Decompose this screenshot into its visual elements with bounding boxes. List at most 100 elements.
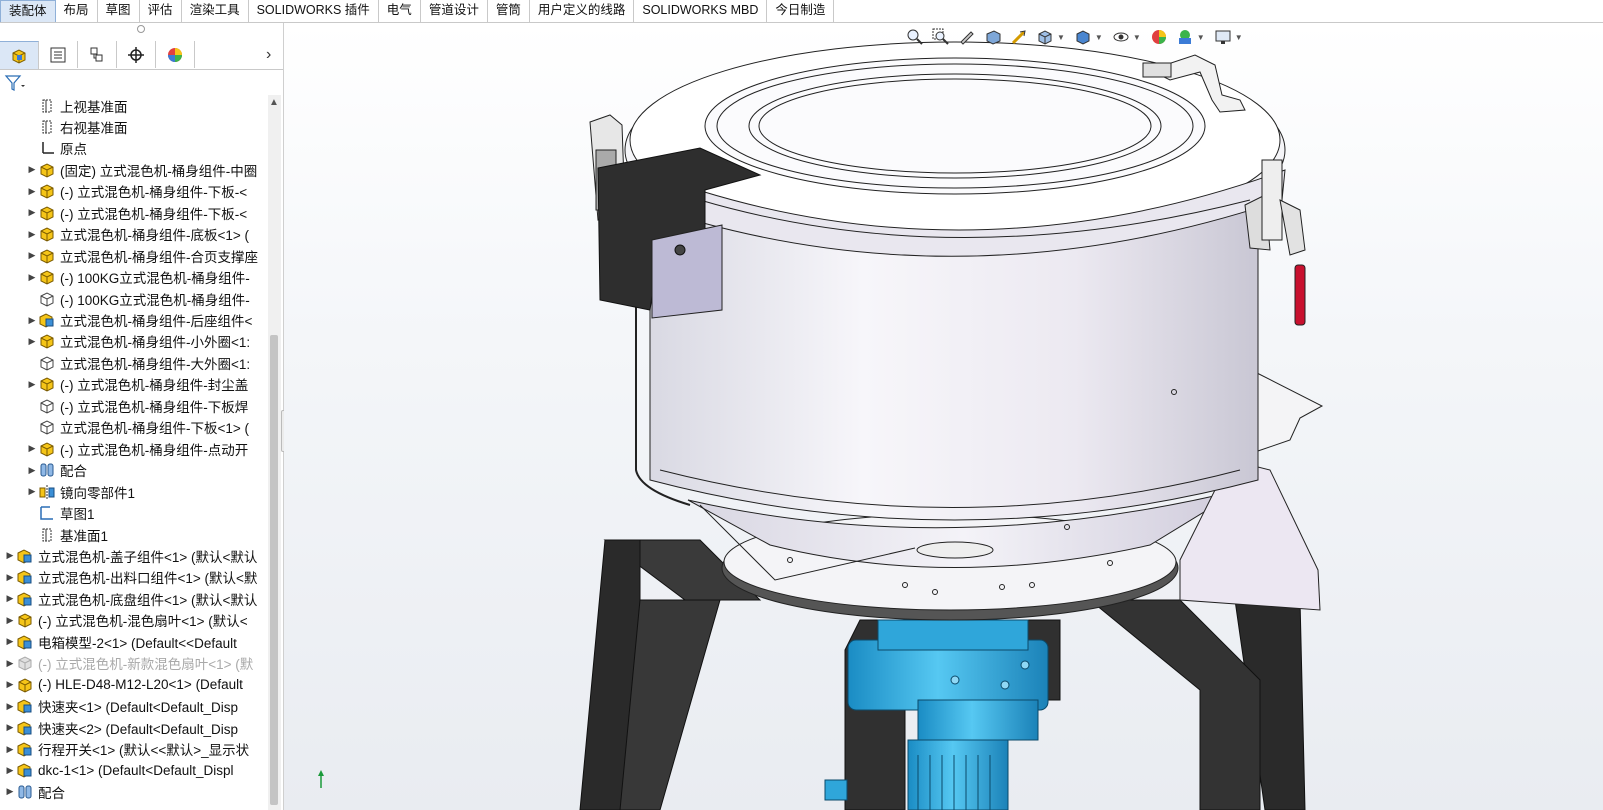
expand-arrow-icon[interactable]: ▶	[4, 658, 16, 669]
tree-item[interactable]: 立式混色机-桶身组件-下板<1> (	[26, 417, 249, 438]
part-icon	[38, 440, 56, 458]
expand-arrow-icon[interactable]: ▶	[26, 164, 38, 175]
tree-item[interactable]: ▶ (-) 立式混色机-桶身组件-下板-<	[26, 181, 247, 202]
dynamic-annotation-icon[interactable]	[1008, 27, 1030, 47]
expand-arrow-icon[interactable]: ▶	[4, 636, 16, 647]
tree-item[interactable]: 原点	[26, 138, 87, 159]
tab-0[interactable]: 装配体	[0, 0, 56, 22]
display-style-icon[interactable]	[1072, 27, 1094, 47]
expand-arrow-icon[interactable]: ▶	[4, 744, 16, 755]
tab-3[interactable]: 评估	[139, 0, 182, 22]
tree-item[interactable]: ▶ 电箱模型-2<1> (Default<<Default	[4, 631, 237, 652]
tree-item[interactable]: 右视基准面	[26, 116, 128, 137]
expand-arrow-icon[interactable]: ▶	[4, 550, 16, 561]
expand-arrow-icon[interactable]: ▶	[26, 272, 38, 283]
tree-item[interactable]: ▶ (-) 立式混色机-桶身组件-封尘盖	[26, 374, 248, 395]
display-manager-tab[interactable]	[156, 41, 195, 68]
panel-collapse-handle[interactable]	[137, 25, 145, 33]
tree-item[interactable]: ▶ (固定) 立式混色机-桶身组件-中圈	[26, 159, 257, 180]
tree-item[interactable]: ▶ (-) 立式混色机-桶身组件-点动开	[26, 438, 248, 459]
graphics-area[interactable]: ▼ ▼ ▼ ▼ ▼	[284, 23, 1603, 810]
hide-show-dropdown-icon[interactable]: ▼	[1133, 33, 1141, 42]
tree-item[interactable]: ▶ 行程开关<1> (默认<<默认>_显示状	[4, 739, 249, 760]
expand-arrow-icon[interactable]: ▶	[4, 593, 16, 604]
view-settings-icon[interactable]	[1212, 27, 1234, 47]
apply-scene-icon[interactable]	[1174, 27, 1196, 47]
expand-arrow-icon[interactable]: ▶	[26, 379, 38, 390]
dimxpert-tab[interactable]	[117, 41, 156, 68]
expand-arrow-icon[interactable]: ▶	[26, 207, 38, 218]
display-style-dropdown-icon[interactable]: ▼	[1095, 33, 1103, 42]
tree-item[interactable]: (-) 立式混色机-桶身组件-下板焊	[26, 395, 248, 416]
expand-arrow-icon[interactable]: ▶	[4, 679, 16, 690]
tree-item[interactable]: ▶ dkc-1<1> (Default<Default_Displ	[4, 760, 233, 781]
tree-filter[interactable]	[4, 72, 26, 94]
tree-item[interactable]: ▶ (-) 立式混色机-桶身组件-下板-<	[26, 202, 247, 223]
tab-11[interactable]: 今日制造	[767, 0, 835, 22]
tree-scrollbar[interactable]: ▲	[268, 95, 281, 810]
tree-item[interactable]: ▶ 镜向零部件1	[26, 481, 135, 502]
expand-arrow-icon[interactable]: ▶	[4, 765, 16, 776]
edit-appearance-icon[interactable]	[1148, 27, 1170, 47]
tab-7[interactable]: 管道设计	[420, 0, 488, 22]
tree-item[interactable]: ▶ 立式混色机-桶身组件-合页支撑座	[26, 245, 258, 266]
tab-8[interactable]: 管筒	[487, 0, 530, 22]
feature-manager-tab[interactable]	[0, 41, 39, 69]
tab-5[interactable]: SOLIDWORKS 插件	[248, 0, 379, 22]
expand-arrow-icon[interactable]: ▶	[4, 572, 16, 583]
tree-item[interactable]: ▶ (-) 立式混色机-新款混色扇叶<1> (默	[4, 653, 253, 674]
tab-9[interactable]: 用户定义的线路	[529, 0, 635, 22]
expand-arrow-icon[interactable]: ▶	[4, 615, 16, 626]
tree-item[interactable]: ▶ (-) 100KG立式混色机-桶身组件-	[26, 267, 250, 288]
tree-item[interactable]: ▶ 快速夹<1> (Default<Default_Disp	[4, 696, 238, 717]
tree-item[interactable]: ▶ (-) HLE-D48-M12-L20<1> (Default	[4, 674, 243, 695]
hide-show-icon[interactable]	[1110, 27, 1132, 47]
expand-arrow-icon[interactable]: ▶	[26, 336, 38, 347]
tab-6[interactable]: 电气	[378, 0, 421, 22]
tab-1[interactable]: 布局	[55, 0, 98, 22]
zoom-to-area-icon[interactable]	[930, 27, 952, 47]
chevron-right-icon[interactable]: ›	[266, 46, 271, 64]
tab-10[interactable]: SOLIDWORKS MBD	[634, 0, 768, 22]
expand-arrow-icon[interactable]: ▶	[26, 443, 38, 454]
mixer-3d-model[interactable]	[284, 23, 1603, 810]
tree-item[interactable]: ▶ (-) 立式混色机-混色扇叶<1> (默认<	[4, 610, 248, 631]
expand-arrow-icon[interactable]: ▶	[26, 186, 38, 197]
scroll-thumb[interactable]	[270, 335, 278, 805]
expand-arrow-icon[interactable]: ▶	[26, 250, 38, 261]
tree-item[interactable]: ▶ 立式混色机-出料口组件<1> (默认<默	[4, 567, 257, 588]
expand-arrow-icon[interactable]: ▶	[26, 229, 38, 240]
tree-item[interactable]: ▶ 立式混色机-桶身组件-小外圈<1:	[26, 331, 250, 352]
tree-item[interactable]: ▶ 快速夹<2> (Default<Default_Disp	[4, 717, 238, 738]
view-settings-dropdown-icon[interactable]: ▼	[1235, 33, 1243, 42]
tree-item[interactable]: 基准面1	[26, 524, 108, 545]
configuration-manager-tab[interactable]	[78, 41, 117, 68]
view-orientation-icon[interactable]	[1034, 27, 1056, 47]
expand-arrow-icon[interactable]: ▶	[4, 722, 16, 733]
section-view-icon[interactable]	[982, 27, 1004, 47]
tree-item-label: (-) 100KG立式混色机-桶身组件-	[60, 271, 250, 287]
expand-arrow-icon[interactable]: ▶	[26, 486, 38, 497]
tab-4[interactable]: 渲染工具	[181, 0, 249, 22]
zoom-to-fit-icon[interactable]	[904, 27, 926, 47]
tree-item[interactable]: ▶ 立式混色机-底盘组件<1> (默认<默认	[4, 588, 257, 609]
expand-arrow-icon[interactable]: ▶	[26, 315, 38, 326]
previous-view-icon[interactable]	[956, 27, 978, 47]
expand-arrow-icon[interactable]: ▶	[26, 465, 38, 476]
tree-item[interactable]: 立式混色机-桶身组件-大外圈<1:	[26, 352, 250, 373]
scroll-up-arrow-icon[interactable]: ▲	[269, 97, 279, 108]
tree-item[interactable]: ▶ 立式混色机-盖子组件<1> (默认<默认	[4, 545, 257, 566]
tab-2[interactable]: 草图	[97, 0, 140, 22]
tree-item[interactable]: ▶ 立式混色机-桶身组件-底板<1> (	[26, 224, 249, 245]
view-orientation-dropdown-icon[interactable]: ▼	[1057, 33, 1065, 42]
tree-item[interactable]: ▶ 配合	[4, 781, 65, 802]
tree-item[interactable]: 上视基准面	[26, 95, 128, 116]
tree-item[interactable]: ▶ 立式混色机-桶身组件-后座组件<	[26, 310, 252, 331]
tree-item[interactable]: (-) 100KG立式混色机-桶身组件-	[26, 288, 250, 309]
apply-scene-dropdown-icon[interactable]: ▼	[1197, 33, 1205, 42]
tree-item[interactable]: ▶ 配合	[26, 460, 87, 481]
property-manager-tab[interactable]	[39, 41, 78, 68]
expand-arrow-icon[interactable]: ▶	[4, 786, 16, 797]
tree-item[interactable]: 草图1	[26, 503, 95, 524]
expand-arrow-icon[interactable]: ▶	[4, 701, 16, 712]
